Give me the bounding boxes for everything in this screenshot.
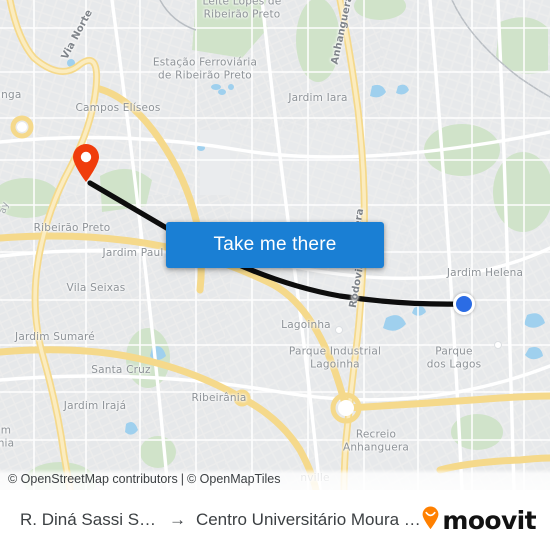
moovit-wordmark: moovit	[442, 505, 536, 535]
route-summary: R. Diná Sassi Ste… → Centro Universitári…	[0, 510, 421, 530]
map-view[interactable]: Via Norte Leite Lopes de Ribeirão Preto Es…	[0, 0, 550, 490]
route-destination-label: Centro Universitário Moura La…	[195, 510, 422, 529]
attribution-separator: |	[180, 472, 184, 486]
arrow-right-icon: →	[168, 510, 186, 529]
route-origin-label: R. Diná Sassi Ste…	[20, 510, 159, 529]
footer-bar: R. Diná Sassi Ste… → Centro Universitári…	[0, 490, 550, 550]
moovit-logo[interactable]: moovit	[421, 506, 550, 535]
map-attribution: © OpenStreetMap contributors | © OpenMapTi…	[0, 469, 550, 490]
moovit-pin-icon	[421, 506, 440, 535]
moovit-map-screen: Via Norte Leite Lopes de Ribeirão Preto Es…	[0, 0, 550, 550]
attribution-osm[interactable]: © OpenStreetMap contributors	[8, 472, 178, 486]
destination-dot[interactable]	[453, 293, 475, 315]
origin-pin[interactable]	[71, 143, 101, 183]
attribution-tiles[interactable]: © OpenMapTiles	[187, 472, 281, 486]
take-me-there-button[interactable]: Take me there	[166, 222, 384, 268]
